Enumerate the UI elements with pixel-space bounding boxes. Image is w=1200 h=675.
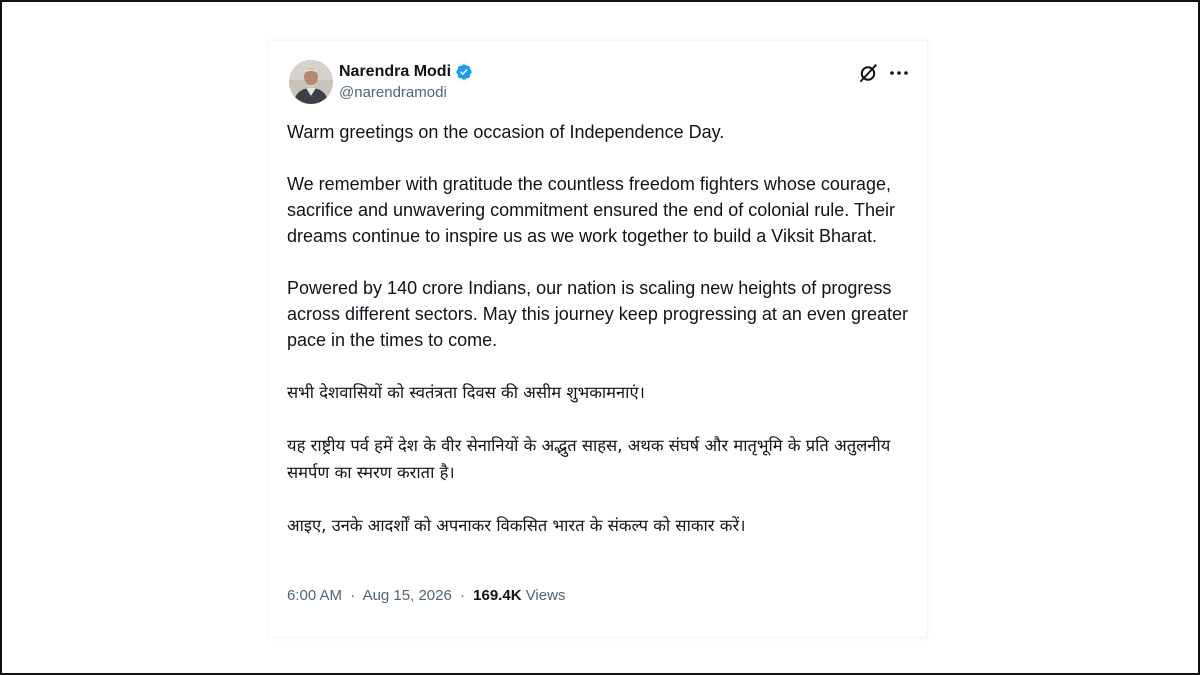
grok-icon[interactable] — [857, 62, 879, 84]
tweet-time[interactable]: 6:00 AM — [287, 587, 342, 604]
tweet-date[interactable]: Aug 15, 2026 — [363, 587, 452, 604]
author-handle[interactable]: @narendramodi — [339, 83, 473, 103]
meta-separator: · — [350, 587, 356, 604]
tweet-paragraph-hindi: सभी देशवासियों को स्वतंत्रता दिवस की असी… — [287, 383, 645, 402]
tweet-paragraph: Warm greetings on the occasion of Indepe… — [287, 122, 725, 142]
tweet-paragraph: Powered by 140 crore Indians, our nation… — [287, 278, 908, 350]
screenshot-frame: Narendra Modi @narendramodi Warm greetin… — [0, 0, 1200, 675]
tweet-author: Narendra Modi @narendramodi — [339, 62, 473, 106]
tweet-meta: 6:00 AM · Aug 15, 2026 · 169.4K Views — [287, 586, 565, 606]
author-name-row: Narendra Modi — [339, 62, 473, 82]
tweet-paragraph: We remember with gratitude the countless… — [287, 174, 895, 246]
tweet-card: Narendra Modi @narendramodi Warm greetin… — [268, 40, 928, 638]
more-options-icon[interactable] — [887, 62, 911, 84]
author-display-name[interactable]: Narendra Modi — [339, 62, 451, 82]
verified-badge-icon[interactable] — [455, 63, 473, 81]
tweet-paragraph-hindi: यह राष्ट्रीय पर्व हमें देश के वीर सेनानि… — [287, 436, 891, 482]
meta-separator: · — [459, 587, 465, 604]
tweet-text: Warm greetings on the occasion of Indepe… — [287, 119, 915, 565]
profile-photo-icon — [289, 60, 333, 104]
views-label: Views — [525, 587, 566, 604]
views-count[interactable]: 169.4K — [473, 587, 521, 604]
tweet-paragraph-hindi: आइए, उनके आदर्शों को अपनाकर विकसित भारत … — [287, 516, 746, 535]
avatar[interactable] — [289, 60, 333, 104]
